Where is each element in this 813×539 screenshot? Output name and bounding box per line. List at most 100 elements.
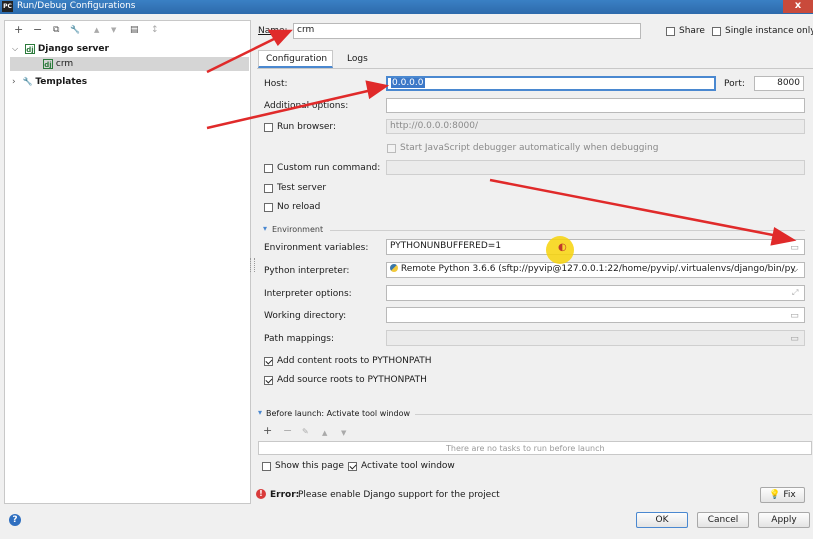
error-icon: ! (256, 489, 266, 499)
pycharm-app-icon: PC (2, 1, 13, 12)
folder-icon[interactable]: ▭ (788, 311, 801, 321)
run-browser-checkbox[interactable] (264, 123, 273, 132)
collapse-triangle-icon[interactable]: ▾ (263, 223, 267, 235)
section-divider (330, 230, 805, 231)
interpreter-options-input[interactable] (386, 285, 805, 301)
expand-icon[interactable]: ⤢ (792, 287, 798, 299)
copy-icon[interactable]: ⧉ (53, 23, 59, 37)
section-divider (415, 414, 812, 415)
wrench-icon[interactable]: 🔧 (70, 23, 80, 37)
show-this-page-label: Show this page (275, 461, 344, 471)
chevron-right-icon[interactable]: › (12, 77, 16, 87)
working-directory-input[interactable] (386, 307, 805, 323)
tree-group-label: Django server (37, 44, 109, 54)
show-this-page-checkbox[interactable] (262, 462, 271, 471)
remove-icon[interactable]: − (33, 23, 42, 37)
tree-group-django-server[interactable]: ⌵ dj Django server (12, 42, 109, 56)
name-input[interactable]: crm (293, 23, 641, 39)
edit-task-icon[interactable]: ✎ (302, 426, 309, 438)
collapse-triangle-icon[interactable]: ▾ (258, 407, 262, 419)
help-icon[interactable]: ? (9, 514, 21, 526)
before-launch-label: Before launch: Activate tool window (266, 409, 411, 418)
custom-run-command-label: Custom run command: (277, 163, 381, 173)
share-label: Share (679, 26, 705, 36)
lightbulb-icon: 💡 (769, 490, 781, 500)
activate-tool-window-label: Activate tool window (361, 461, 455, 471)
port-label: Port: (724, 79, 745, 89)
tab-configuration-label: Configuration (266, 54, 328, 64)
activate-tool-window-checkbox[interactable] (348, 462, 357, 471)
cursor-icon: ◐ (558, 242, 567, 253)
cancel-button[interactable]: Cancel (697, 512, 749, 528)
working-directory-label: Working directory: (264, 311, 347, 321)
apply-button[interactable]: Apply (758, 512, 810, 528)
tab-logs[interactable]: Logs (347, 53, 368, 65)
tree-group-templates[interactable]: › 🔧 Templates (12, 75, 87, 89)
test-server-checkbox[interactable] (264, 184, 273, 193)
custom-run-command-input[interactable] (386, 160, 805, 175)
tree-item-label: crm (55, 59, 74, 69)
environment-section-label: Environment (272, 225, 324, 234)
chevron-down-icon[interactable]: ⌵ (12, 44, 18, 53)
custom-run-command-checkbox[interactable] (264, 164, 273, 173)
sort-icon[interactable]: ↕ (151, 23, 159, 37)
test-server-label: Test server (277, 183, 327, 193)
error-prefix: Error: (270, 490, 300, 500)
additional-options-label: Additional options: (264, 101, 349, 111)
configuration-panel (257, 68, 813, 401)
add-icon[interactable]: + (14, 23, 23, 37)
add-task-icon[interactable]: + (263, 425, 272, 437)
run-browser-url-input[interactable]: http://0.0.0.0:8000/ (386, 119, 805, 134)
env-vars-label: Environment variables: (264, 243, 369, 253)
host-input[interactable]: 0.0.0.0 (386, 76, 716, 91)
folder-icon[interactable]: ▤ (130, 23, 139, 37)
empty-task-list-text: There are no tasks to run before launch (446, 444, 605, 453)
django-icon: dj (24, 43, 35, 54)
error-message: Please enable Django support for the pro… (298, 490, 500, 500)
chevron-down-icon[interactable]: ⌵ (792, 264, 798, 276)
no-reload-label: No reload (277, 202, 321, 212)
python-interpreter-select[interactable]: Remote Python 3.6.6 (sftp://pyvip@127.0.… (386, 262, 805, 278)
remove-task-icon[interactable]: − (283, 425, 292, 437)
single-instance-checkbox[interactable] (712, 27, 721, 36)
tree-item-crm-content[interactable]: dj crm (43, 58, 73, 71)
python-interpreter-label: Python interpreter: (264, 266, 350, 276)
additional-options-input[interactable] (386, 98, 805, 113)
add-content-roots-label: Add content roots to PYTHONPATH (277, 356, 432, 366)
add-source-roots-checkbox[interactable] (264, 376, 273, 385)
close-button[interactable]: x (783, 0, 813, 13)
wrench-icon: 🔧 (22, 77, 33, 86)
python-interpreter-value: Remote Python 3.6.6 (sftp://pyvip@127.0.… (400, 264, 796, 274)
fix-button[interactable]: 💡 Fix (760, 487, 805, 503)
fix-button-label: Fix (783, 490, 796, 500)
move-down-icon[interactable]: ▼ (341, 427, 346, 439)
path-mappings-label: Path mappings: (264, 334, 334, 344)
host-value: 0.0.0.0 (391, 78, 425, 88)
js-debugger-label: Start JavaScript debugger automatically … (400, 143, 659, 153)
ok-button[interactable]: OK (636, 512, 688, 528)
no-reload-checkbox[interactable] (264, 203, 273, 212)
django-icon: dj (43, 58, 53, 69)
move-up-icon[interactable]: ▲ (94, 23, 99, 37)
env-vars-input[interactable]: PYTHONUNBUFFERED=1 (386, 239, 805, 255)
js-debugger-checkbox[interactable] (387, 144, 396, 153)
share-checkbox[interactable] (666, 27, 675, 36)
single-instance-label: Single instance only (725, 26, 813, 36)
env-vars-value: PYTHONUNBUFFERED=1 (390, 241, 502, 251)
run-browser-label: Run browser: (277, 122, 337, 132)
interpreter-options-label: Interpreter options: (264, 289, 352, 299)
folder-icon[interactable]: ▭ (788, 243, 801, 253)
window-title: Run/Debug Configurations (17, 1, 136, 11)
path-mappings-input[interactable] (386, 330, 805, 346)
move-up-icon[interactable]: ▲ (322, 427, 327, 439)
add-content-roots-checkbox[interactable] (264, 357, 273, 366)
python-icon (390, 264, 398, 272)
port-input[interactable]: 8000 (754, 76, 804, 91)
tree-templates-label: Templates (35, 77, 88, 87)
name-label: Name: (258, 26, 288, 36)
splitter-handle[interactable] (250, 258, 255, 272)
host-label: Host: (264, 79, 288, 89)
folder-icon[interactable]: ▭ (788, 334, 801, 344)
move-down-icon[interactable]: ▼ (111, 23, 116, 37)
add-source-roots-label: Add source roots to PYTHONPATH (277, 375, 427, 385)
